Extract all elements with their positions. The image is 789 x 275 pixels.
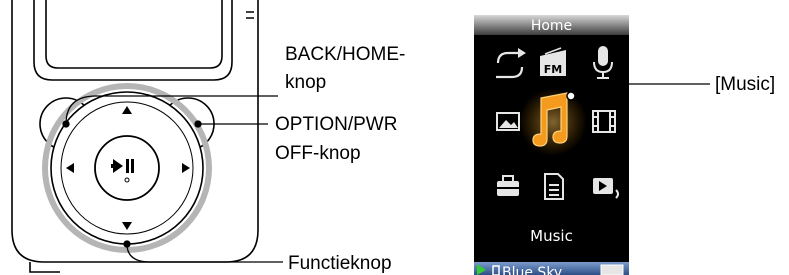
option-pwr-label-line2: OFF-knop	[275, 143, 361, 164]
music-callout-label: [Music]	[715, 74, 775, 95]
option-pwr-label: OPTION/PWR	[275, 114, 397, 135]
device-diagram: BACK/HOME- knop OPTION/PWR OFF-knop Func…	[11, 0, 775, 275]
back-home-label: BACK/HOME-	[285, 44, 405, 65]
function-button-label: Functieknop	[288, 253, 392, 274]
svg-text:FM: FM	[544, 63, 562, 76]
battery-icon	[600, 264, 624, 275]
screen-header-title: Home	[531, 18, 572, 34]
back-home-label-line2: knop	[285, 72, 326, 93]
selected-item-label: Music	[530, 227, 573, 245]
device-screen: Home FM Music Blue Sky	[474, 15, 629, 275]
status-track-title: Blue Sky	[502, 265, 562, 275]
